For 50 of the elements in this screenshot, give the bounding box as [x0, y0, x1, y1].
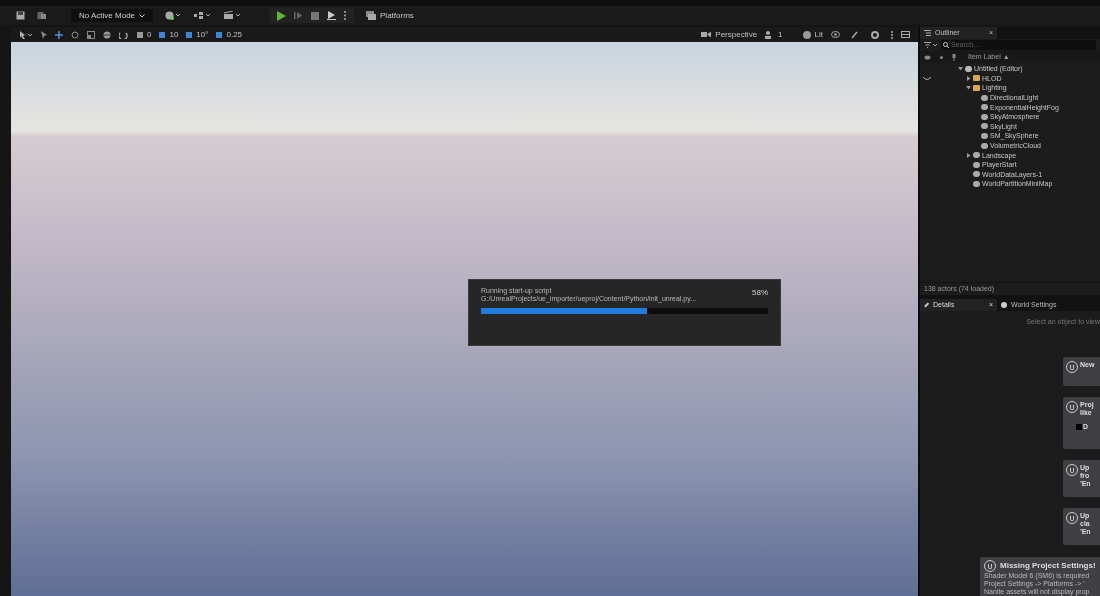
eye-icon[interactable]: [924, 54, 931, 60]
pencil-icon: [924, 302, 929, 308]
content-icon[interactable]: [37, 11, 47, 20]
mode-dropdown[interactable]: No Active Mode: [71, 9, 154, 22]
more-icon[interactable]: [344, 11, 347, 20]
outliner-icon: [924, 30, 931, 36]
level-icon: [965, 65, 972, 72]
platforms-button[interactable]: Platforms: [380, 9, 414, 22]
play-icon[interactable]: [277, 10, 287, 21]
snap-icon[interactable]: [186, 31, 193, 38]
rotate-icon[interactable]: [71, 30, 79, 39]
snap-icon[interactable]: [216, 31, 223, 38]
clapper-icon[interactable]: [223, 11, 242, 20]
caret-icon: [139, 13, 146, 18]
expanded-arrow-icon[interactable]: [966, 85, 971, 91]
platforms-icon[interactable]: [366, 11, 377, 20]
sphere-icon[interactable]: [802, 30, 811, 39]
pointer-icon[interactable]: [41, 30, 47, 39]
checkbox[interactable]: [1076, 424, 1082, 430]
scale-icon[interactable]: [87, 30, 95, 39]
save-icon[interactable]: [16, 11, 25, 20]
snap-icon[interactable]: [159, 31, 166, 38]
snap-dropdown[interactable]: 0: [147, 28, 152, 41]
expanded-arrow-icon[interactable]: [958, 66, 963, 72]
eject-icon[interactable]: [327, 11, 337, 20]
lit-dropdown[interactable]: Lit: [814, 28, 823, 41]
layout-icon[interactable]: [901, 31, 910, 38]
snap-dropdown[interactable]: 10: [169, 28, 179, 41]
move-icon[interactable]: [55, 30, 63, 39]
step-icon[interactable]: [294, 11, 304, 20]
perspective-dropdown[interactable]: Perspective: [715, 28, 758, 41]
surface-snap-icon[interactable]: [119, 30, 129, 39]
camera-icon[interactable]: [701, 31, 712, 38]
filter-icon[interactable]: [924, 42, 937, 48]
blueprint-icon[interactable]: [193, 11, 212, 20]
select-mode-icon[interactable]: [19, 30, 33, 39]
collapsed-arrow-icon[interactable]: [966, 75, 971, 81]
visibility-icon[interactable]: [923, 77, 931, 81]
snap-dropdown[interactable]: 0.25: [226, 28, 243, 41]
camera-speed-dropdown[interactable]: 1: [778, 28, 783, 41]
snap-dropdown[interactable]: 10°: [196, 28, 209, 41]
pin-icon[interactable]: [952, 53, 956, 61]
collapsed-arrow-icon[interactable]: [966, 152, 971, 158]
progress-percent: 58%: [752, 287, 768, 299]
search-icon: [943, 42, 949, 48]
stop-icon[interactable]: [311, 11, 320, 20]
add-actor-icon[interactable]: [165, 11, 182, 20]
snap-icon[interactable]: [137, 31, 143, 38]
notification-title: Missing Project Settings!: [1000, 560, 1096, 572]
eye-icon[interactable]: [831, 31, 843, 38]
